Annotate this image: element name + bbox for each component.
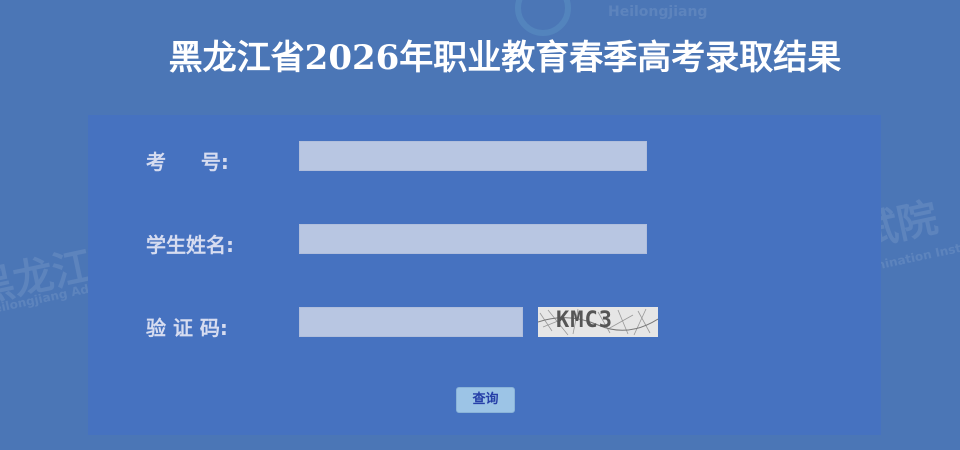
- page-title: 黑龙江省2026年职业教育春季高考录取结果: [168, 38, 842, 78]
- student-name-label: 学生姓名:: [146, 233, 234, 257]
- captcha-input[interactable]: [299, 307, 523, 337]
- exam-number-row: 考 号:: [88, 141, 881, 174]
- exam-number-label: 考 号:: [146, 150, 229, 174]
- query-form: 考 号: 学生姓名: 验 证 码: KMC3 查询: [88, 115, 881, 435]
- student-name-input[interactable]: [299, 224, 647, 254]
- student-name-row: 学生姓名:: [88, 224, 881, 257]
- captcha-text: KMC3: [556, 308, 613, 333]
- exam-number-input[interactable]: [299, 141, 647, 171]
- captcha-image[interactable]: KMC3: [538, 307, 658, 337]
- captcha-row: 验 证 码: KMC3: [88, 307, 881, 340]
- watermark-brand: Heilongjiang: [608, 4, 708, 20]
- captcha-label: 验 证 码:: [146, 316, 228, 340]
- submit-button[interactable]: 查询: [456, 387, 515, 413]
